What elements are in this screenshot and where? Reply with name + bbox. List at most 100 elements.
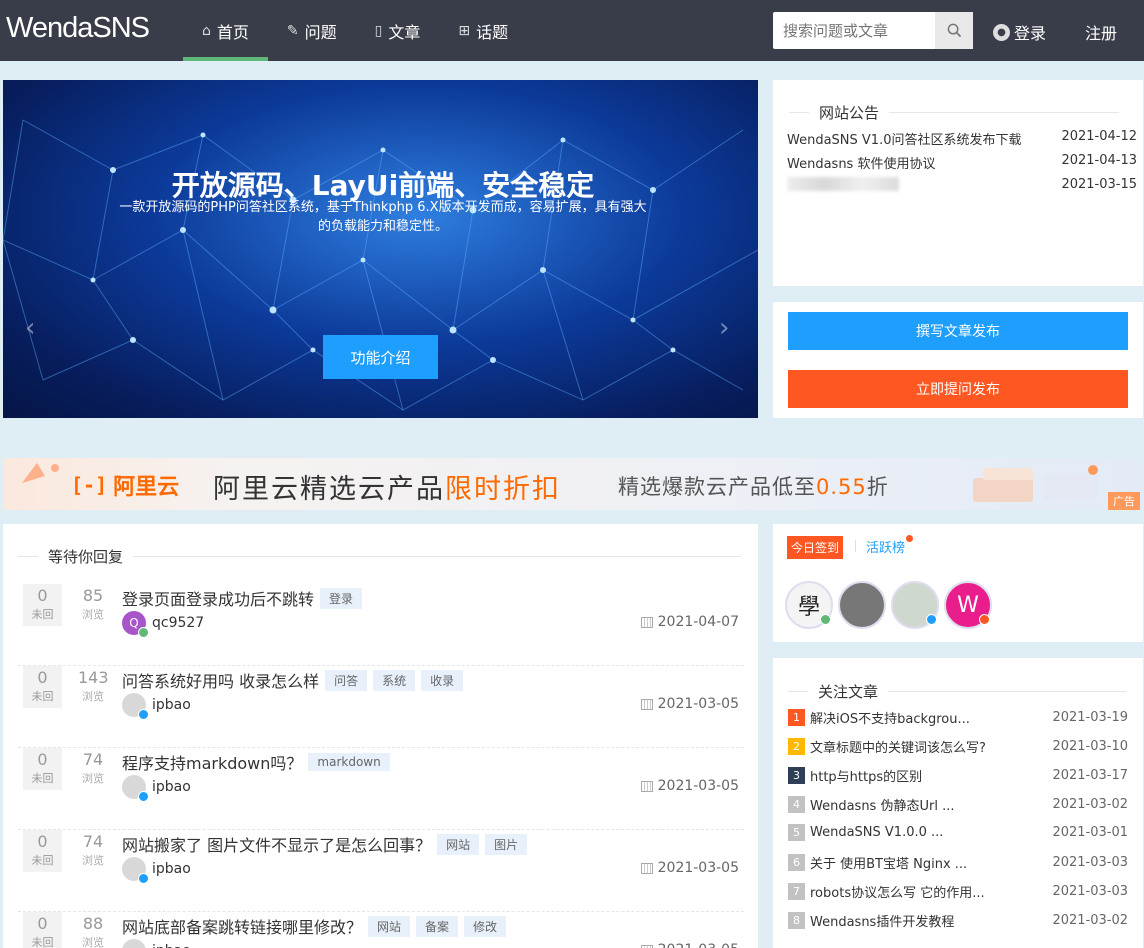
avatar — [122, 939, 146, 948]
question-title[interactable]: 程序支持markdown吗？ — [122, 750, 302, 774]
followed-article-item[interactable]: 2 文章标题中的关键词该怎么写? 2021-03-10 — [788, 737, 1128, 756]
edit-icon: ✎ — [286, 22, 299, 39]
article-title: Wendasns插件开发教程 — [810, 915, 955, 930]
article-title: robots协议怎么写 它的作用... — [810, 886, 985, 901]
tab-separator — [855, 540, 856, 552]
notice-item-title: WendaSNS V1.0问答社区系统发布下载 — [787, 133, 1022, 148]
view-count-value: 74 — [82, 750, 104, 769]
nav-articles-label: 文章 — [388, 22, 421, 42]
question-item[interactable]: 0 未回 74 浏览 程序支持markdown吗？ markdown ipbao … — [18, 748, 744, 830]
question-author[interactable]: ipbao — [122, 939, 191, 948]
calendar-icon — [640, 862, 653, 874]
nav-home[interactable]: ⌂ 首页 — [183, 0, 268, 61]
feature-intro-button[interactable]: 功能介绍 — [323, 335, 438, 379]
question-title[interactable]: 登录页面登录成功后不跳转 — [122, 586, 314, 610]
question-title[interactable]: 网站搬家了 图片文件不显示了是怎么回事？ — [122, 832, 431, 856]
signin-user-avatar[interactable]: W — [944, 581, 992, 629]
signin-user-avatar[interactable]: 學 — [785, 581, 833, 629]
question-item[interactable]: 0 未回 88 浏览 网站底部备案跳转链接哪里修改？ 网站备案修改 ipbao 2… — [18, 912, 744, 948]
question-title[interactable]: 网站底部备案跳转链接哪里修改？ — [122, 914, 362, 938]
divider — [789, 112, 809, 113]
notice-item[interactable]: WendaSNS V1.0问答社区系统发布下载 2021-04-12 — [787, 129, 1137, 148]
question-author[interactable]: ipbao — [122, 775, 191, 802]
nav-articles[interactable]: ▯ 文章 — [356, 0, 440, 61]
question-item[interactable]: 0 未回 74 浏览 网站搬家了 图片文件不显示了是怎么回事？ 网站 图片 ipba… — [18, 830, 744, 912]
answer-count: 0 未回 — [23, 584, 62, 626]
answer-count-label: 未回 — [31, 608, 54, 621]
article-title: 关于 使用BT宝塔 Nginx ... — [810, 857, 968, 872]
login-link[interactable]: ● 登录 — [993, 20, 1046, 44]
followed-article-item[interactable]: 6 关于 使用BT宝塔 Nginx ... 2021-03-03 — [788, 853, 1128, 872]
view-count-label: 浏览 — [82, 690, 104, 703]
question-tag[interactable]: 问答 — [325, 669, 368, 691]
answer-count-value: 0 — [37, 586, 48, 605]
notice-item[interactable]: Wendasns 软件使用协议 2021-04-13 — [787, 153, 1137, 172]
question-tag[interactable]: markdown — [308, 753, 390, 771]
question-tag[interactable]: 登录 — [320, 587, 363, 609]
answer-count-label: 未回 — [31, 772, 54, 785]
question-tag[interactable]: 系统 — [373, 669, 416, 691]
question-tag[interactable]: 图片 — [485, 833, 528, 855]
tab-today-signin[interactable]: 今日签到 — [787, 536, 844, 559]
article-date: 2021-03-10 — [1052, 739, 1128, 754]
question-title[interactable]: 问答系统好用吗 收录怎么样 — [122, 668, 319, 692]
answer-count-label: 未回 — [31, 690, 54, 703]
main-nav: ⌂ 首页 ✎ 问题 ▯ 文章 ⊞ 话题 — [183, 0, 527, 61]
avatar — [122, 693, 149, 720]
question-item[interactable]: 0 未回 85 浏览 登录页面登录成功后不跳转 登录 Q qc9527 2021-… — [18, 584, 744, 666]
site-logo[interactable]: WendaSNS — [6, 12, 150, 45]
notice-item-date: 2021-04-13 — [1061, 153, 1137, 168]
nav-topics[interactable]: ⊞ 话题 — [439, 0, 527, 61]
verified-badge-icon — [138, 627, 149, 638]
verified-badge-icon — [138, 791, 149, 802]
divider — [18, 556, 38, 557]
register-link[interactable]: 注册 — [1085, 20, 1117, 44]
question-author[interactable]: Q qc9527 — [122, 611, 204, 638]
blurred-notice-title — [787, 177, 899, 191]
carousel-next-arrow[interactable]: › — [719, 313, 729, 343]
article-date: 2021-03-19 — [1052, 710, 1128, 725]
question-author[interactable]: ipbao — [122, 693, 191, 720]
question-date: 2021-03-05 — [640, 942, 739, 948]
tab-active-rank[interactable]: 活跃榜 — [866, 535, 914, 556]
search-input[interactable] — [773, 12, 935, 49]
signin-user-avatar[interactable] — [891, 581, 939, 629]
search-button[interactable] — [935, 12, 973, 49]
followed-article-item[interactable]: 3 http与https的区别 2021-03-17 — [788, 766, 1128, 785]
question-tag[interactable]: 收录 — [421, 669, 464, 691]
question-tag[interactable]: 备案 — [416, 915, 459, 937]
question-tag[interactable]: 网站 — [437, 833, 480, 855]
questions-title: 等待你回复 — [48, 548, 124, 566]
question-date: 2021-03-05 — [640, 696, 739, 712]
view-count: 143 浏览 — [78, 666, 109, 704]
ask-question-button[interactable]: 立即提问发布 — [788, 370, 1128, 408]
nav-questions[interactable]: ✎ 问题 — [268, 0, 356, 61]
aliyun-bracket-icon: [-] — [71, 473, 108, 497]
login-label: 登录 — [1014, 24, 1047, 43]
notice-item[interactable]: 2021-03-15 — [787, 177, 1137, 192]
article-title: http与https的区别 — [810, 770, 923, 785]
followed-article-item[interactable]: 1 解决iOS不支持backgrou... 2021-03-19 — [788, 708, 1128, 727]
question-date: 2021-04-07 — [640, 614, 739, 630]
question-tag[interactable]: 网站 — [368, 915, 411, 937]
user-badge-icon — [820, 614, 831, 625]
view-count-label: 浏览 — [82, 936, 104, 948]
ad-title-main: 阿里云精选云产品 — [213, 474, 445, 505]
followed-article-item[interactable]: 7 robots协议怎么写 它的作用... 2021-03-03 — [788, 882, 1128, 901]
write-article-button[interactable]: 撰写文章发布 — [788, 312, 1128, 350]
followed-article-item[interactable]: 4 Wendasns 伪静态Url ... 2021-03-02 — [788, 795, 1128, 814]
question-tag[interactable]: 修改 — [464, 915, 507, 937]
hero-carousel[interactable]: 开放源码、LayUi前端、安全稳定 一款开放源码的PHP问答社区系统，基于Thi… — [3, 80, 758, 418]
question-item[interactable]: 0 未回 143 浏览 问答系统好用吗 收录怎么样 问答 系统 收录 ipbao 20… — [18, 666, 744, 748]
rank-number: 8 — [788, 912, 805, 929]
pending-questions-panel: 等待你回复 0 未回 85 浏览 登录页面登录成功后不跳转 登录 Q qc9527 — [3, 524, 758, 948]
article-date: 2021-03-02 — [1052, 913, 1128, 928]
question-date: 2021-03-05 — [640, 778, 739, 794]
divider — [133, 556, 742, 557]
followed-article-item[interactable]: 8 Wendasns插件开发教程 2021-03-02 — [788, 911, 1128, 930]
aliyun-ad-banner[interactable]: [-] 阿里云 阿里云精选云产品限时折扣 精选爆款云产品低至0.55折 广告 — [3, 458, 1143, 510]
signin-user-avatar[interactable] — [838, 581, 886, 629]
followed-article-item[interactable]: 5 WendaSNS V1.0.0 ... 2021-03-01 — [788, 824, 1128, 841]
question-author[interactable]: ipbao — [122, 857, 191, 884]
carousel-prev-arrow[interactable]: ‹ — [25, 313, 35, 343]
